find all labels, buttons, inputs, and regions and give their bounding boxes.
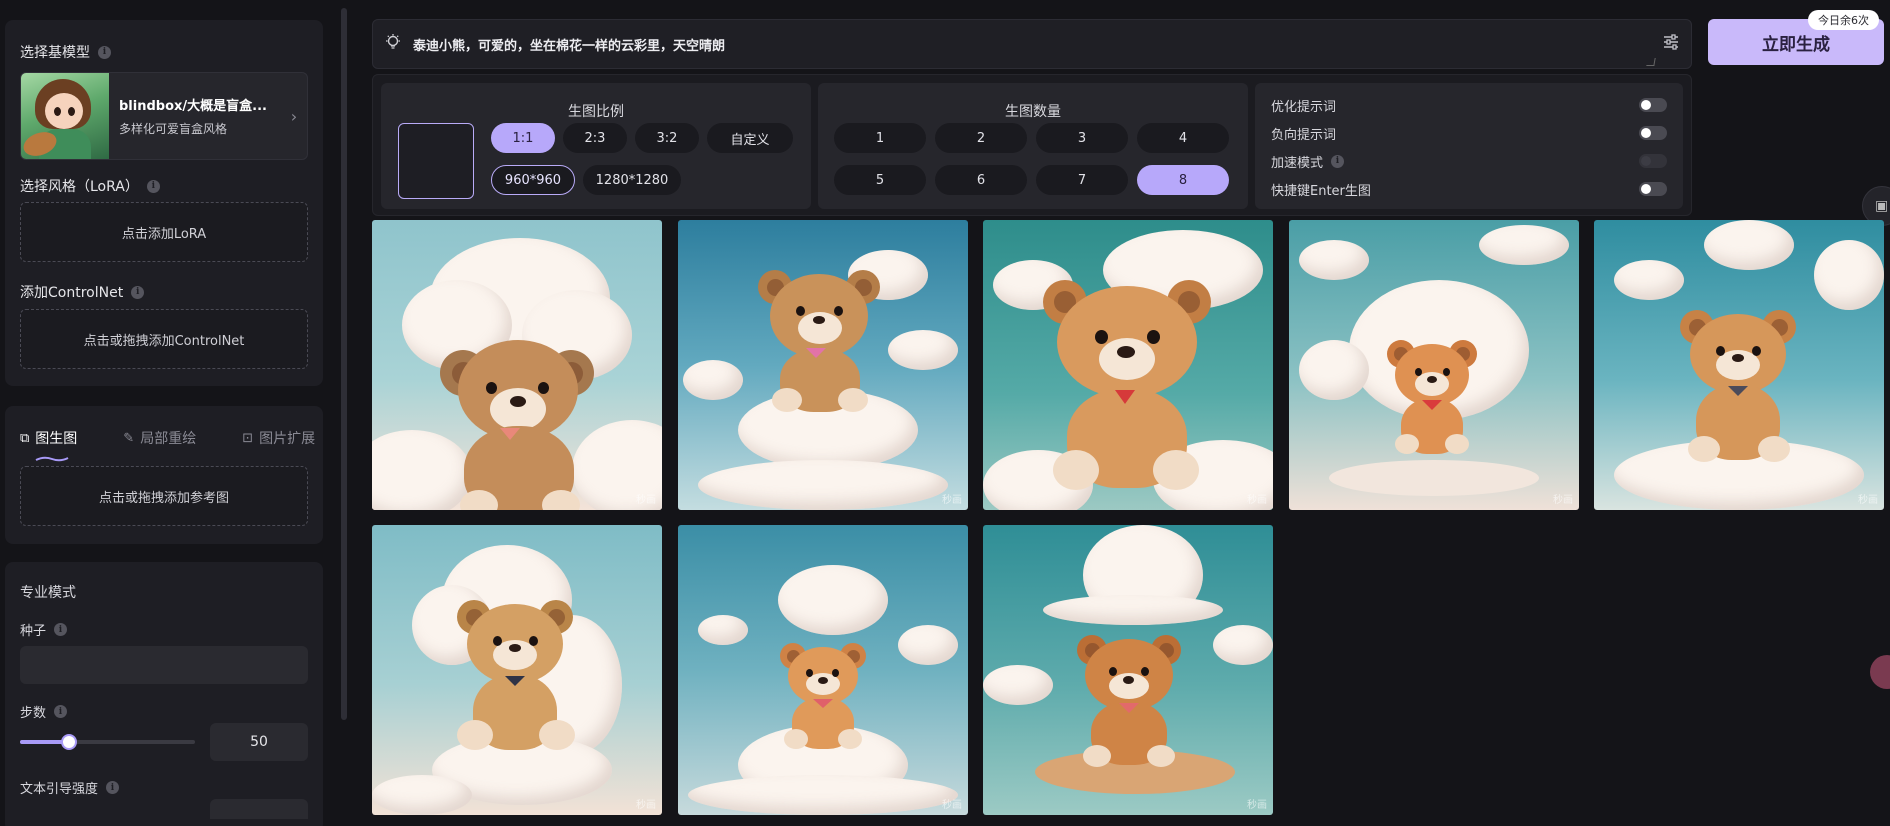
prompt-bar[interactable]: 泰迪小熊，可爱的，坐在棉花一样的云彩里，天空晴朗 [372, 19, 1692, 69]
info-icon[interactable]: i [131, 285, 145, 299]
count-option-6[interactable]: 6 [935, 165, 1027, 195]
count-option-1[interactable]: 1 [834, 123, 926, 153]
ratio-card: 生图比例 1:1 2:3 3:2 自定义 960*960 1280*1280 [381, 83, 811, 209]
ratio-title: 生图比例 [568, 104, 624, 120]
sidebar-scrollbar[interactable] [341, 8, 347, 720]
slider-handle[interactable] [61, 734, 77, 750]
ratio-option-1-1[interactable]: 1:1 [491, 123, 555, 153]
add-lora-button[interactable]: 点击添加LoRA [20, 202, 308, 262]
generated-image[interactable]: 秒画 [678, 220, 968, 510]
tab-image-to-image[interactable]: ⧉ 图生图 [20, 428, 77, 448]
count-option-3[interactable]: 3 [1036, 123, 1128, 153]
reference-panel: ⧉ 图生图 ✎ 局部重绘 ⊡ 图片扩展 点击或拖拽添加参考图 [5, 406, 323, 544]
count-option-7[interactable]: 7 [1036, 165, 1128, 195]
seed-label: 种子 i [20, 620, 68, 639]
generated-image[interactable]: 秒画 [1594, 220, 1884, 510]
info-icon[interactable]: i [146, 179, 160, 193]
speed-mode-toggle[interactable] [1639, 154, 1667, 168]
negative-prompt-toggle[interactable] [1639, 126, 1667, 140]
steps-label: 步数 i [20, 702, 68, 721]
options-card: 优化提示词 负向提示词 加速模式 i 快捷键Enter生图 [1255, 83, 1683, 209]
steps-input[interactable]: 50 [210, 723, 308, 761]
settings-panel: 生图比例 1:1 2:3 3:2 自定义 960*960 1280*1280 生… [372, 74, 1692, 216]
sliders-icon[interactable] [1651, 33, 1691, 56]
size-option-1280[interactable]: 1280*1280 [583, 165, 681, 195]
generated-image[interactable]: 秒画 [983, 525, 1273, 815]
toggle-row-optimize-prompt: 优化提示词 [1271, 95, 1667, 115]
ratio-preview [398, 123, 474, 199]
quota-badge: 今日余6次 [1808, 10, 1879, 30]
prompt-input[interactable]: 泰迪小熊，可爱的，坐在棉花一样的云彩里，天空晴朗 [413, 35, 1651, 54]
model-panel: 选择基模型 i blindbox/大概是盲盒... 多样化可爱盲盒风格 › 选择… [5, 20, 323, 386]
ratio-option-2-3[interactable]: 2:3 [563, 123, 627, 153]
steps-slider[interactable] [20, 734, 195, 750]
generated-image[interactable]: 秒画 [372, 220, 662, 510]
count-title: 生图数量 [1005, 104, 1061, 120]
info-icon[interactable]: i [54, 623, 68, 636]
mode-tabs: ⧉ 图生图 ✎ 局部重绘 ⊡ 图片扩展 [20, 428, 315, 448]
toggle-row-negative-prompt: 负向提示词 [1271, 123, 1667, 143]
info-icon[interactable]: i [1331, 154, 1345, 168]
add-controlnet-button[interactable]: 点击或拖拽添加ControlNet [20, 309, 308, 369]
optimize-prompt-toggle[interactable] [1639, 98, 1667, 112]
model-description: 多样化可爱盲盒风格 [119, 122, 228, 136]
pro-panel: 专业模式 种子 i 步数 i 50 文本引导强度 i [5, 562, 323, 826]
model-card[interactable]: blindbox/大概是盲盒... 多样化可爱盲盒风格 › [20, 72, 308, 160]
ratio-option-custom[interactable]: 自定义 [707, 123, 793, 153]
count-option-2[interactable]: 2 [935, 123, 1027, 153]
controlnet-title: 添加ControlNet i [20, 282, 145, 302]
seed-input[interactable] [20, 646, 308, 684]
generated-image[interactable]: 秒画 [678, 525, 968, 815]
generated-image[interactable]: 秒画 [372, 525, 662, 815]
toggle-row-enter-shortcut: 快捷键Enter生图 [1271, 179, 1667, 199]
add-reference-image-button[interactable]: 点击或拖拽添加参考图 [20, 466, 308, 526]
ratio-option-3-2[interactable]: 3:2 [635, 123, 699, 153]
info-icon[interactable]: i [98, 45, 111, 59]
generated-image[interactable]: 秒画 [983, 220, 1273, 510]
model-name: blindbox/大概是盲盒... [119, 99, 267, 114]
count-option-8[interactable]: 8 [1137, 165, 1229, 195]
tab-inpaint[interactable]: ✎ 局部重绘 [123, 428, 196, 448]
chevron-right-icon[interactable]: › [281, 107, 307, 126]
lightbulb-icon[interactable] [373, 33, 413, 55]
generated-image[interactable]: 秒画 [1289, 220, 1579, 510]
lora-title: 选择风格（LoRA） i [20, 176, 160, 196]
count-option-4[interactable]: 4 [1137, 123, 1229, 153]
floating-helper-button[interactable] [1870, 655, 1890, 689]
count-option-5[interactable]: 5 [834, 165, 926, 195]
tab-outpaint[interactable]: ⊡ 图片扩展 [242, 428, 315, 448]
cfg-input[interactable] [210, 799, 308, 819]
size-option-960[interactable]: 960*960 [491, 165, 575, 195]
app-root: 选择基模型 i blindbox/大概是盲盒... 多样化可爱盲盒风格 › 选择… [0, 0, 1890, 826]
sidebar: 选择基模型 i blindbox/大概是盲盒... 多样化可爱盲盒风格 › 选择… [0, 0, 347, 826]
resize-handle-icon[interactable] [1646, 58, 1656, 66]
enter-shortcut-toggle[interactable] [1639, 182, 1667, 196]
brush-icon: ✎ [123, 430, 135, 446]
toggle-row-speed-mode: 加速模式 i [1271, 151, 1667, 171]
cfg-label: 文本引导强度 i [20, 778, 120, 797]
count-card: 生图数量 1 2 3 4 5 6 7 8 [818, 83, 1248, 209]
info-icon[interactable]: i [54, 705, 68, 718]
pro-mode-title: 专业模式 [20, 585, 76, 601]
expand-image-icon: ⊡ [242, 430, 254, 446]
active-tab-indicator [35, 456, 69, 462]
info-icon[interactable]: i [106, 781, 120, 794]
base-model-title: 选择基模型 i [20, 42, 111, 62]
image-to-image-icon: ⧉ [20, 430, 30, 446]
model-thumbnail [21, 73, 109, 159]
